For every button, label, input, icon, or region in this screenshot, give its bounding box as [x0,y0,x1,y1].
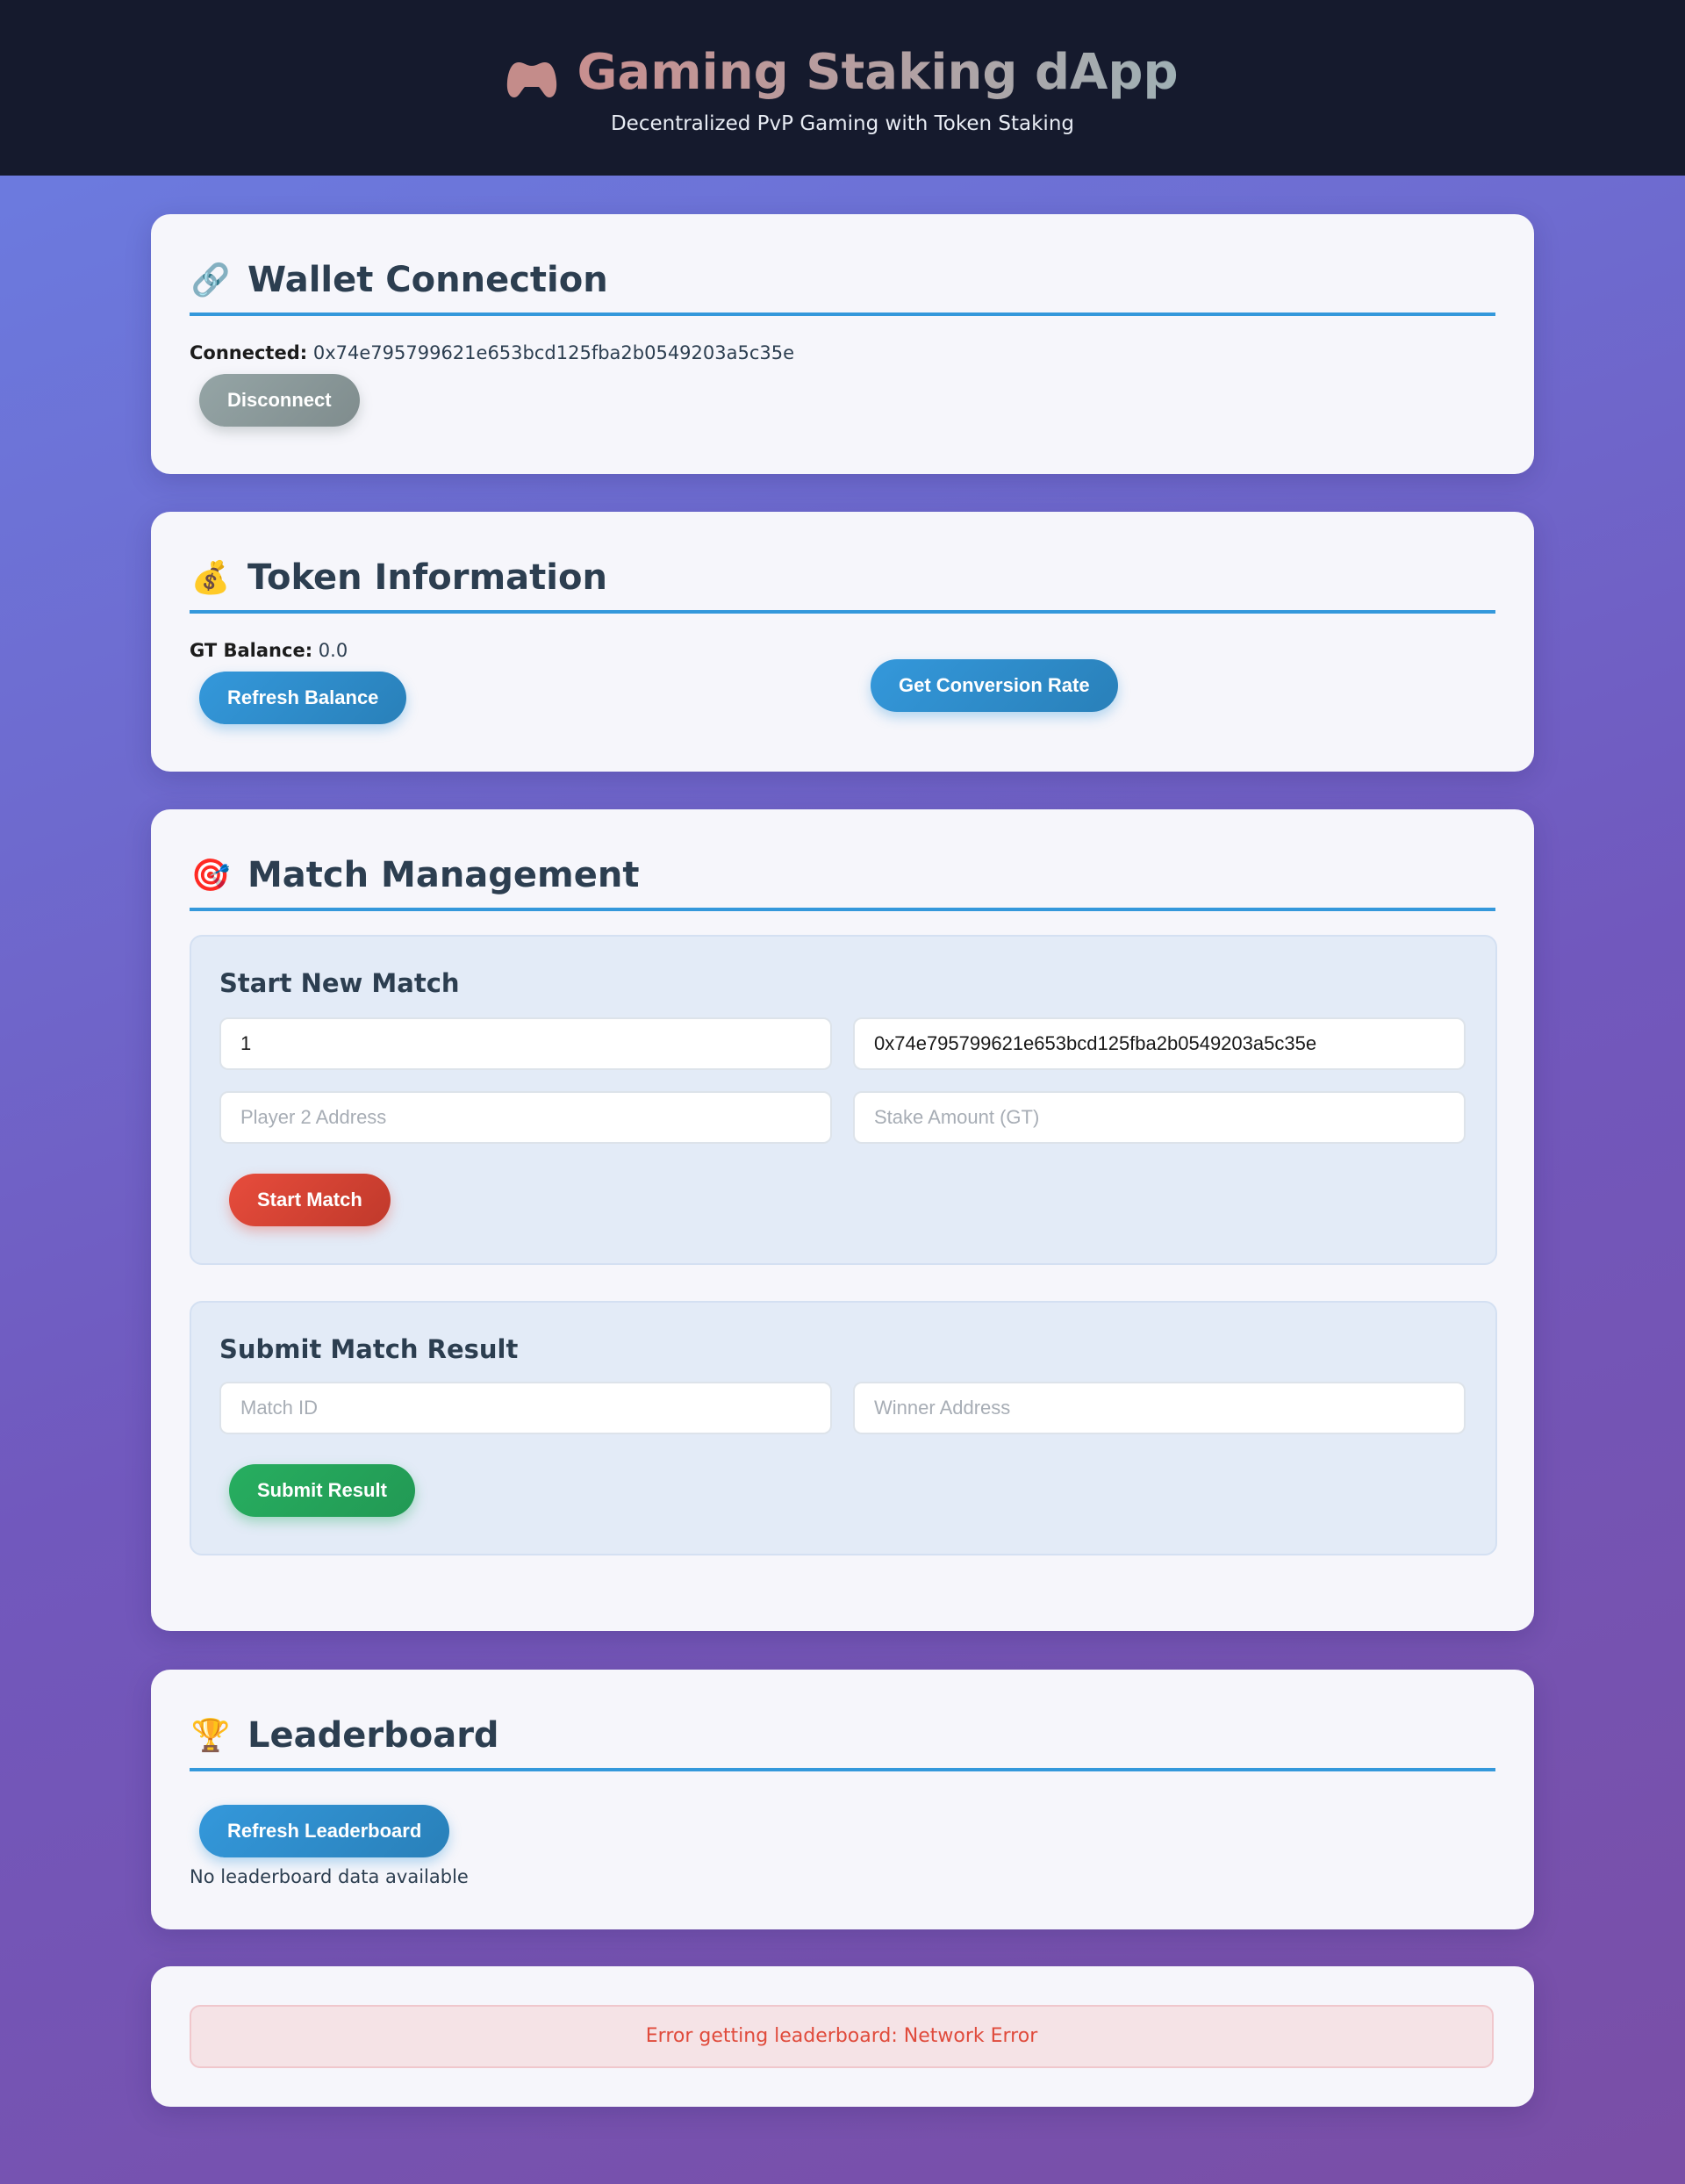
app-title-text: Gaming Staking dApp [577,42,1178,104]
wallet-card-title: 🔗 Wallet Connection [190,248,1495,316]
gamepad-icon [506,53,557,97]
start-match-heading: Start New Match [219,968,460,998]
result-match-id-input[interactable] [219,1382,832,1434]
error-message: Error getting leaderboard: Network Error [190,2005,1494,2068]
player1-address-input[interactable] [853,1017,1466,1070]
winner-address-input[interactable] [853,1382,1466,1434]
token-card-title: 💰 Token Information [190,545,1495,614]
refresh-leaderboard-button[interactable]: Refresh Leaderboard [199,1805,450,1857]
app-subtitle: Decentralized PvP Gaming with Token Stak… [610,112,1075,135]
app-title: Gaming Staking dApp [0,42,1685,104]
balance-value: 0.0 [318,640,348,661]
balance-display: GT Balance: 0.0 [190,640,348,661]
trophy-icon: 🏆 [190,1718,231,1754]
app-header: Gaming Staking dApp Decentralized PvP Ga… [0,0,1685,176]
money-bag-icon: 💰 [190,560,231,596]
match-card-title: 🎯 Match Management [190,843,1495,911]
target-icon: 🎯 [190,858,231,894]
submit-result-button[interactable]: Submit Result [229,1464,415,1517]
leaderboard-title-text: Leaderboard [247,1715,499,1756]
match-title-text: Match Management [247,855,640,895]
player2-address-input[interactable] [219,1091,832,1144]
leaderboard-empty-text: No leaderboard data available [190,1866,469,1887]
token-title-text: Token Information [247,557,607,598]
stake-amount-input[interactable] [853,1091,1466,1144]
disconnect-button[interactable]: Disconnect [199,374,360,427]
submit-result-section: Submit Match Result Submit Result [190,1301,1497,1555]
match-card: 🎯 Match Management Start New Match Start… [151,809,1534,1631]
refresh-balance-button[interactable]: Refresh Balance [199,672,407,724]
leaderboard-card-title: 🏆 Leaderboard [190,1703,1495,1771]
connected-status: Connected: 0x74e795799621e653bcd125fba2b… [190,342,794,363]
start-match-section: Start New Match Start Match [190,935,1497,1265]
conversion-rate-button[interactable]: Get Conversion Rate [871,659,1118,712]
connected-label: Connected: [190,342,308,363]
wallet-card: 🔗 Wallet Connection Connected: 0x74e7957… [151,214,1534,474]
wallet-title-text: Wallet Connection [247,260,608,300]
submit-result-heading: Submit Match Result [219,1334,519,1364]
status-card: Error getting leaderboard: Network Error [151,1966,1534,2107]
wallet-address: 0x74e795799621e653bcd125fba2b0549203a5c3… [312,342,795,363]
start-match-button[interactable]: Start Match [229,1174,391,1226]
token-card: 💰 Token Information GT Balance: 0.0 Refr… [151,512,1534,772]
leaderboard-card: 🏆 Leaderboard Refresh Leaderboard No lea… [151,1670,1534,1929]
balance-label: GT Balance: [190,640,313,661]
match-id-input[interactable] [219,1017,832,1070]
link-icon: 🔗 [190,262,231,298]
